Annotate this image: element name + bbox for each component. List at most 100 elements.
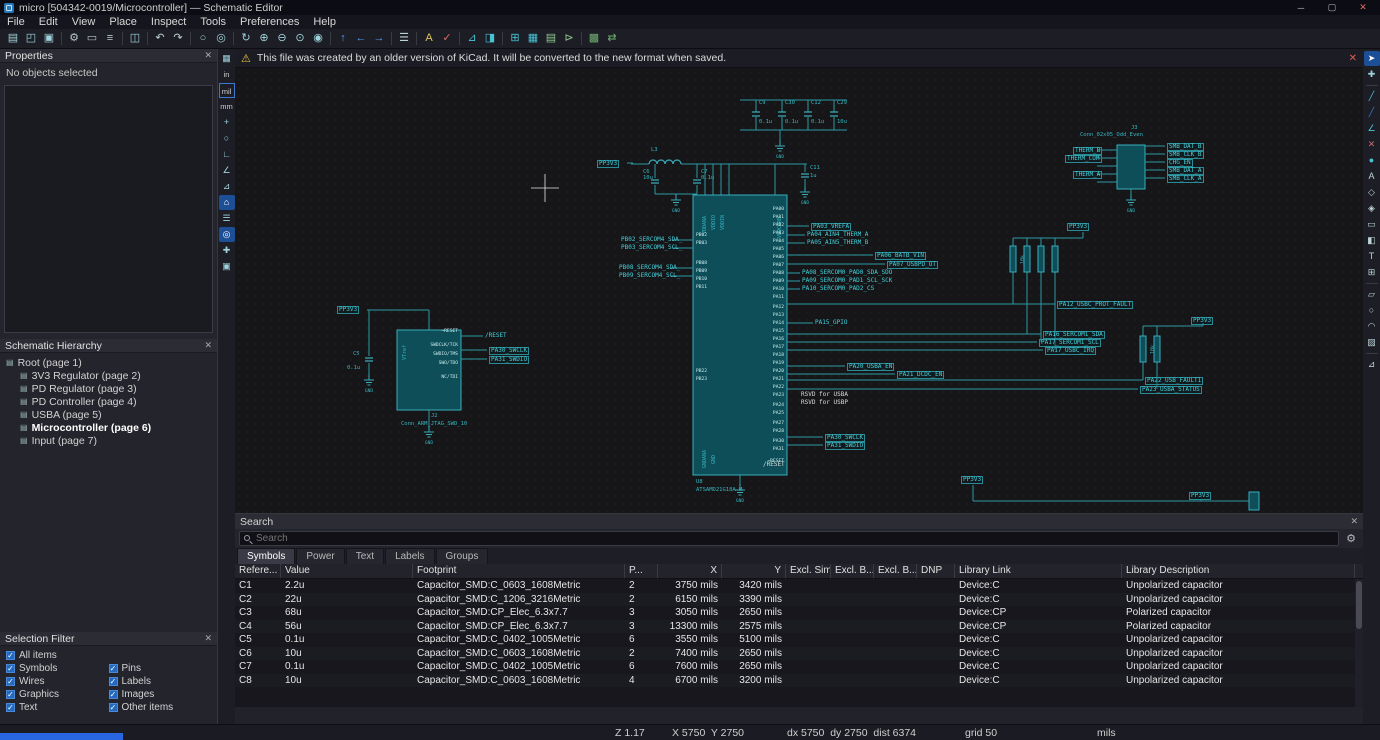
print-icon[interactable]: ≡ — [101, 30, 119, 47]
hierarchy-navigator-icon[interactable]: ⌂ — [219, 195, 235, 210]
column-header[interactable]: Footprint — [413, 564, 625, 578]
design-blocks-icon[interactable]: ▣ — [219, 259, 235, 274]
column-header[interactable]: Library Link — [955, 564, 1122, 578]
column-header[interactable]: Value — [281, 564, 413, 578]
show-hidden-pins-icon[interactable]: ○ — [219, 131, 235, 146]
close-button[interactable]: ✕ — [1350, 2, 1376, 13]
column-header[interactable]: Library Description — [1122, 564, 1355, 578]
zoom-out-icon[interactable]: ⊖ — [273, 30, 291, 47]
free-angle-wire-mode-icon[interactable]: ∠ — [219, 163, 235, 178]
find-icon[interactable]: ○ — [194, 30, 212, 47]
annotate-icon[interactable]: A — [420, 30, 438, 47]
filter-images[interactable]: ✓Images — [109, 688, 212, 700]
menu-edit[interactable]: Edit — [32, 15, 65, 29]
global-label-icon[interactable]: ◇ — [1364, 185, 1380, 200]
checkbox-icon[interactable]: ✓ — [6, 677, 15, 686]
undo-icon[interactable]: ↶ — [151, 30, 169, 47]
filter-graphics[interactable]: ✓Graphics — [6, 688, 109, 700]
sync-pcb-icon[interactable]: ⇄ — [603, 30, 621, 47]
column-header[interactable]: DNP — [917, 564, 955, 578]
gear-icon[interactable]: ⚙ — [1343, 532, 1359, 545]
infobar-close-icon[interactable]: ✕ — [1349, 53, 1357, 64]
sheet-item[interactable]: ▤Microcontroller (page 6) — [0, 421, 217, 434]
no-connect-flag-icon[interactable]: ✕ — [1364, 137, 1380, 152]
find-replace-icon[interactable]: ◎ — [212, 30, 230, 47]
highlight-net-icon[interactable]: ✚ — [1364, 67, 1380, 82]
table-row[interactable]: C610uCapacitor_SMD:C_0603_1608Metric2740… — [235, 647, 1355, 661]
nav-back-icon[interactable]: ← — [352, 30, 370, 47]
assign-footprints-icon[interactable]: ⊞ — [506, 30, 524, 47]
menu-help[interactable]: Help — [306, 15, 343, 29]
column-header[interactable]: Y — [722, 564, 786, 578]
tab-text[interactable]: Text — [346, 548, 384, 564]
table-row[interactable]: C810uCapacitor_SMD:C_0603_1608Metric4670… — [235, 674, 1355, 688]
filter-labels[interactable]: ✓Labels — [109, 675, 212, 687]
column-header[interactable]: Excl. B... — [874, 564, 917, 578]
symbol-editor-icon[interactable]: ⊿ — [463, 30, 481, 47]
zoom-fit-icon[interactable]: ⊙ — [291, 30, 309, 47]
sheet-item[interactable]: ▤Input (page 7) — [0, 434, 217, 447]
zoom-selection-icon[interactable]: ◉ — [309, 30, 327, 47]
unit-mil-icon[interactable]: mil — [219, 83, 235, 98]
sheet-item[interactable]: ▤USBA (page 5) — [0, 408, 217, 421]
column-header[interactable]: P... — [625, 564, 658, 578]
text-box-icon[interactable]: ⊞ — [1364, 265, 1380, 280]
column-header[interactable]: Excl. Sim — [786, 564, 831, 578]
paste-icon[interactable]: ◫ — [126, 30, 144, 47]
net-label-icon[interactable]: A — [1364, 169, 1380, 184]
checkbox-icon[interactable]: ✓ — [109, 677, 118, 686]
save-icon[interactable]: ▣ — [40, 30, 58, 47]
new-schematic-icon[interactable]: ▤ — [4, 30, 22, 47]
checkbox-icon[interactable]: ✓ — [109, 703, 118, 712]
symbol-browser-icon[interactable]: ◨ — [481, 30, 499, 47]
filter-all-items[interactable]: ✓All items — [6, 649, 109, 661]
schematic-canvas[interactable]: GNDGNDGNDGNDGNDGNDGND PP3V3L3C610uC70.1u… — [235, 68, 1363, 513]
table-row[interactable]: C456uCapacitor_SMD:CP_Elec_6.3x7.7313300… — [235, 620, 1355, 634]
checkbox-icon[interactable]: ✓ — [6, 664, 15, 673]
show-hierarchy-icon[interactable]: ☰ — [395, 30, 413, 47]
measure-tool-icon[interactable]: ⊿ — [1364, 357, 1380, 372]
checkbox-icon[interactable]: ✓ — [109, 690, 118, 699]
search-close-icon[interactable]: ✕ — [1350, 516, 1358, 527]
search-input[interactable] — [239, 531, 1339, 546]
bom-icon[interactable]: ▤ — [542, 30, 560, 47]
hv-wire-mode-icon[interactable]: ∟ — [219, 147, 235, 162]
menu-view[interactable]: View — [65, 15, 103, 29]
tab-power[interactable]: Power — [296, 548, 344, 564]
sheet-item[interactable]: ▤3V3 Regulator (page 2) — [0, 369, 217, 382]
tab-symbols[interactable]: Symbols — [237, 548, 295, 564]
menu-file[interactable]: File — [0, 15, 32, 29]
menu-tools[interactable]: Tools — [193, 15, 233, 29]
nav-forward-icon[interactable]: → — [370, 30, 388, 47]
select-tool-icon[interactable]: ➤ — [1364, 51, 1380, 66]
nav-up-icon[interactable]: ↑ — [334, 30, 352, 47]
hierarchy-close-icon[interactable]: ✕ — [204, 340, 212, 351]
sheet-pin-icon[interactable]: ◧ — [1364, 233, 1380, 248]
redo-icon[interactable]: ↷ — [169, 30, 187, 47]
sheet-item[interactable]: ▤Root (page 1) — [0, 356, 217, 369]
search-panel-toggle-icon[interactable]: ◎ — [219, 227, 235, 242]
table-row[interactable]: C12.2uCapacitor_SMD:C_0603_1608Metric237… — [235, 579, 1355, 593]
properties-close-icon[interactable]: ✕ — [204, 50, 212, 61]
page-settings-icon[interactable]: ▭ — [83, 30, 101, 47]
filter-pins[interactable]: ✓Pins — [109, 662, 212, 674]
edit-symbol-fields-icon[interactable]: ▦ — [524, 30, 542, 47]
checkbox-icon[interactable]: ✓ — [6, 690, 15, 699]
checkbox-icon[interactable]: ✓ — [6, 651, 15, 660]
filter-symbols[interactable]: ✓Symbols — [6, 662, 109, 674]
table-row[interactable]: C50.1uCapacitor_SMD:C_0402_1005Metric635… — [235, 633, 1355, 647]
maximize-button[interactable]: ▢ — [1319, 2, 1345, 13]
draw-bus-icon[interactable]: ╱ — [1364, 105, 1380, 120]
open-schematic-icon[interactable]: ◰ — [22, 30, 40, 47]
run-erc-icon[interactable]: ✓ — [438, 30, 456, 47]
unit-mm-icon[interactable]: mm — [219, 99, 235, 114]
column-header[interactable]: X — [658, 564, 722, 578]
minimize-button[interactable]: ─ — [1288, 3, 1314, 13]
open-pcb-editor-icon[interactable]: ▩ — [585, 30, 603, 47]
sheet-item[interactable]: ▤PD Regulator (page 3) — [0, 382, 217, 395]
cursor-shape-icon[interactable]: + — [219, 115, 235, 130]
properties-panel-toggle-icon[interactable]: ☰ — [219, 211, 235, 226]
table-row[interactable]: C368uCapacitor_SMD:CP_Elec_6.3x7.733050 … — [235, 606, 1355, 620]
selection-filter-close-icon[interactable]: ✕ — [204, 633, 212, 644]
table-row[interactable]: C222uCapacitor_SMD:C_1206_3216Metric2615… — [235, 593, 1355, 607]
